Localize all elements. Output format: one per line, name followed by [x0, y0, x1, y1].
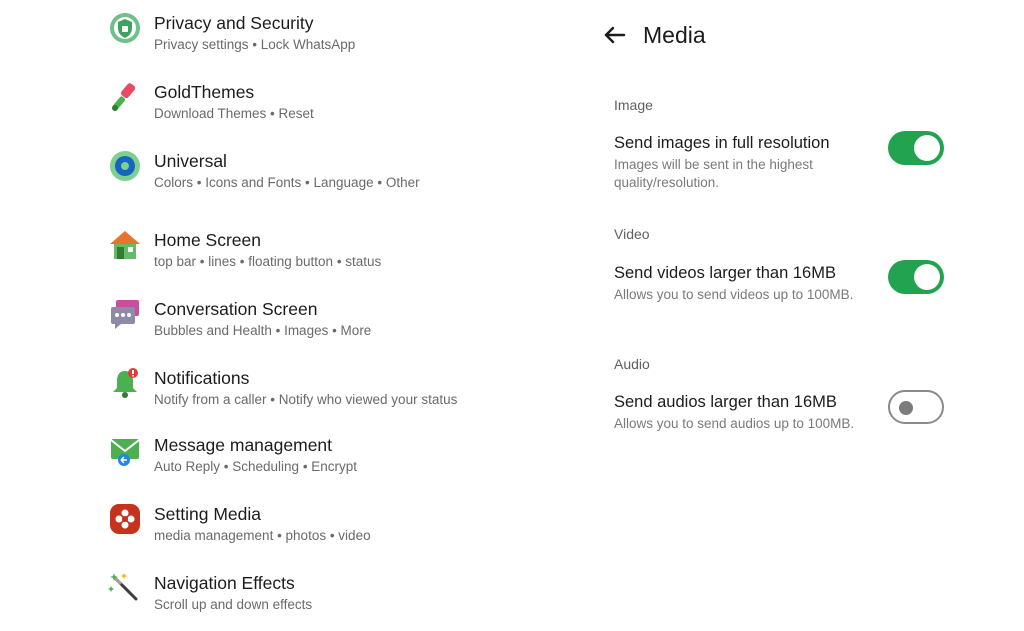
menu-item-home-screen[interactable]: Home Screen top bar • lines • floating b… — [108, 230, 578, 288]
magic-wand-icon — [108, 573, 138, 601]
toggle-knob — [914, 264, 940, 290]
menu-item-notifications[interactable]: Notifications Notify from a caller • Not… — [108, 368, 578, 426]
gear-icon — [110, 151, 140, 181]
menu-item-subtitle: Privacy settings • Lock WhatsApp — [154, 37, 356, 52]
menu-item-universal[interactable]: Universal Colors • Icons and Fonts • Lan… — [108, 151, 578, 209]
menu-item-title: Setting Media — [154, 504, 262, 524]
section-header-video: Video — [614, 226, 650, 242]
menu-item-subtitle: Colors • Icons and Fonts • Language • Ot… — [154, 175, 420, 190]
page-title: Media — [643, 22, 706, 48]
chat-bubbles-icon — [111, 300, 139, 329]
menu-item-conversation-screen[interactable]: Conversation Screen Bubbles and Health •… — [108, 299, 578, 357]
section-header-image: Image — [614, 97, 653, 113]
menu-item-title: Conversation Screen — [154, 299, 318, 319]
menu-item-message-management[interactable]: Message management Auto Reply • Scheduli… — [108, 435, 578, 493]
pref-title-large-videos: Send videos larger than 16MB — [614, 264, 836, 282]
pref-subtitle-full-resolution: Images will be sent in the highest quali… — [614, 157, 813, 190]
menu-item-title: Privacy and Security — [154, 13, 314, 33]
bell-icon — [113, 368, 138, 398]
menu-item-navigation-effects[interactable]: Navigation Effects Scroll up and down ef… — [108, 573, 578, 631]
menu-item-title: Universal — [154, 151, 227, 171]
menu-item-subtitle: Auto Reply • Scheduling • Encrypt — [154, 459, 358, 474]
menu-item-subtitle: Bubbles and Health • Images • More — [154, 323, 372, 338]
toggle-knob — [899, 401, 913, 415]
section-header-audio: Audio — [614, 356, 650, 372]
paintbrush-icon — [112, 83, 136, 111]
menu-item-subtitle: top bar • lines • floating button • stat… — [154, 254, 382, 269]
menu-item-goldthemes[interactable]: GoldThemes Download Themes • Reset — [108, 82, 578, 140]
menu-item-subtitle: Scroll up and down effects — [154, 597, 313, 612]
menu-item-title: GoldThemes — [154, 82, 255, 102]
pref-title-full-resolution: Send images in full resolution — [614, 134, 830, 152]
pref-title-large-audios: Send audios larger than 16MB — [614, 393, 837, 411]
house-icon — [110, 231, 140, 259]
pref-subtitle-large-videos: Allows you to send videos up to 100MB. — [614, 287, 854, 302]
menu-item-subtitle: Download Themes • Reset — [154, 106, 314, 121]
menu-item-title: Message management — [154, 435, 333, 455]
arrow-left-icon[interactable] — [600, 20, 630, 50]
toggle-knob — [914, 135, 940, 161]
flower-icon — [110, 504, 140, 534]
menu-item-subtitle: Notify from a caller • Notify who viewed… — [154, 392, 458, 407]
large-audios-toggle[interactable] — [888, 390, 944, 424]
menu-item-subtitle: media management • photos • video — [154, 528, 371, 543]
menu-item-title: Navigation Effects — [154, 573, 295, 593]
envelope-icon — [110, 439, 140, 466]
full-resolution-toggle[interactable] — [888, 131, 944, 165]
menu-item-setting-media[interactable]: Setting Media media management • photos … — [108, 504, 578, 562]
large-videos-toggle[interactable] — [888, 260, 944, 294]
menu-item-title: Notifications — [154, 368, 250, 388]
menu-item-title: Home Screen — [154, 230, 261, 250]
shield-lock-icon — [110, 13, 140, 43]
pref-subtitle-large-audios: Allows you to send audios up to 100MB. — [614, 416, 855, 431]
menu-item-privacy-security[interactable]: Privacy and Security Privacy settings • … — [108, 13, 578, 71]
